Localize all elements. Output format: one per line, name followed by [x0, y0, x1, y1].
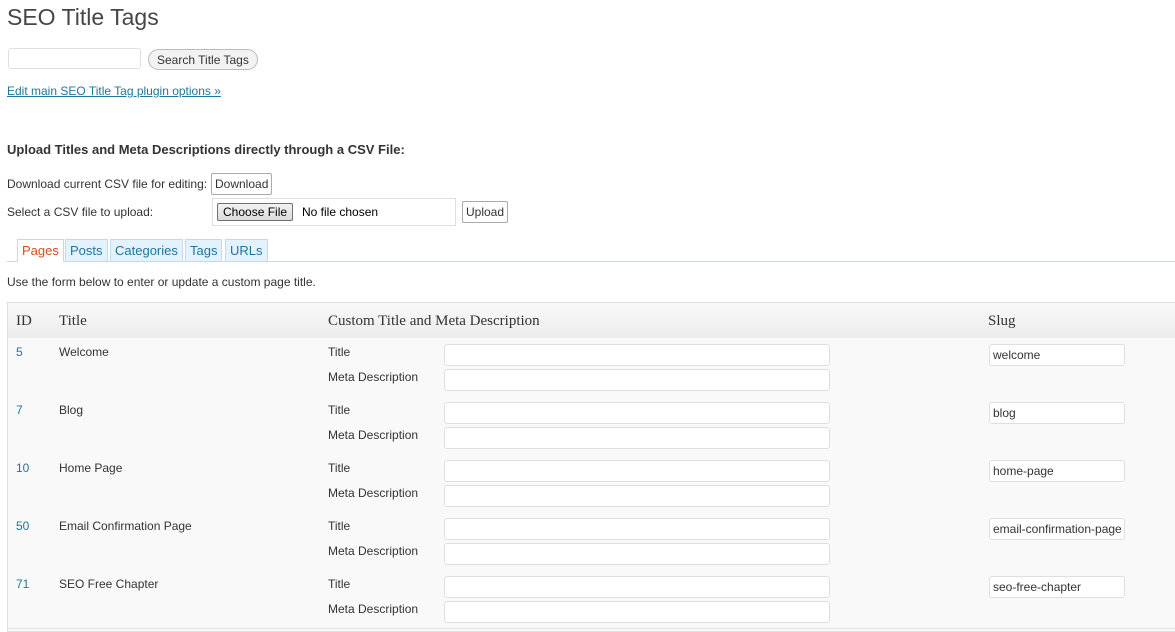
page-id-link[interactable]: 71: [16, 577, 29, 591]
table-row: 10 Home Page Title Meta Description: [8, 454, 1175, 513]
upload-csv-label: Select a CSV file to upload:: [7, 205, 154, 219]
custom-title-label: Title: [328, 519, 351, 533]
custom-title-label: Title: [328, 403, 351, 417]
tab-categories[interactable]: Categories: [110, 239, 183, 261]
meta-description-input[interactable]: [444, 369, 830, 391]
meta-description-label: Meta Description: [328, 486, 419, 500]
page-title-text: Email Confirmation Page: [59, 519, 192, 533]
custom-title-input[interactable]: [444, 576, 830, 598]
tab-urls[interactable]: URLs: [225, 239, 268, 261]
slug-input[interactable]: [989, 344, 1125, 366]
custom-title-input[interactable]: [444, 402, 830, 424]
slug-input[interactable]: [989, 402, 1125, 424]
table-row: 7 Blog Title Meta Description: [8, 396, 1175, 455]
tab-posts[interactable]: Posts: [65, 239, 108, 261]
custom-title-input[interactable]: [444, 518, 830, 540]
header-id: ID: [16, 313, 32, 329]
meta-description-input[interactable]: [444, 427, 830, 449]
page-title-text: Welcome: [59, 345, 109, 359]
plugin-options-link[interactable]: Edit main SEO Title Tag plugin options »: [7, 84, 221, 98]
meta-description-input[interactable]: [444, 601, 830, 623]
custom-title-input[interactable]: [444, 460, 830, 482]
meta-description-label: Meta Description: [328, 602, 419, 616]
tab-pages[interactable]: Pages: [17, 239, 64, 262]
search-title-tags-button[interactable]: Search Title Tags: [148, 49, 258, 70]
table-header: ID Title Custom Title and Meta Descripti…: [8, 303, 1175, 339]
header-custom-title: Custom Title and Meta Description: [328, 313, 540, 329]
upload-button[interactable]: Upload: [462, 201, 509, 223]
search-input[interactable]: [8, 48, 141, 69]
slug-input[interactable]: [989, 576, 1125, 598]
choose-file-button[interactable]: Choose File: [217, 203, 294, 221]
intro-text: Use the form below to enter or update a …: [7, 275, 316, 289]
title-tags-table: ID Title Custom Title and Meta Descripti…: [7, 302, 1175, 632]
meta-description-label: Meta Description: [328, 370, 419, 384]
page-id-link[interactable]: 5: [16, 345, 23, 359]
custom-title-label: Title: [328, 345, 351, 359]
page-id-link[interactable]: 7: [16, 403, 23, 417]
slug-input[interactable]: [989, 518, 1125, 540]
csv-upload-heading: Upload Titles and Meta Descriptions dire…: [7, 142, 405, 157]
page-title-text: Home Page: [59, 461, 123, 475]
csv-file-input[interactable]: Choose File No file chosen: [212, 198, 456, 226]
custom-title-label: Title: [328, 577, 351, 591]
custom-title-label: Title: [328, 461, 351, 475]
table-row: 71 SEO Free Chapter Title Meta Description: [8, 570, 1175, 629]
table-row: 50 Email Confirmation Page Title Meta Descr…: [8, 512, 1175, 571]
page-id-link[interactable]: 10: [16, 461, 29, 475]
slug-input[interactable]: [989, 460, 1125, 482]
page-title-text: SEO Free Chapter: [59, 577, 159, 591]
download-csv-label: Download current CSV file for editing:: [7, 177, 208, 191]
header-slug: Slug: [988, 313, 1016, 329]
page-title-text: Blog: [59, 403, 84, 417]
meta-description-input[interactable]: [444, 485, 830, 507]
header-title: Title: [59, 313, 87, 329]
page-id-link[interactable]: 50: [16, 519, 29, 533]
page-title: SEO Title Tags: [7, 4, 159, 30]
table-row: 5 Welcome Title Meta Description: [8, 338, 1175, 397]
tab-tags[interactable]: Tags: [185, 239, 223, 261]
no-file-chosen-text: No file chosen: [302, 205, 379, 219]
tabs-divider: [7, 261, 1175, 262]
meta-description-label: Meta Description: [328, 428, 419, 442]
custom-title-input[interactable]: [444, 344, 830, 366]
download-button[interactable]: Download: [211, 173, 273, 195]
meta-description-label: Meta Description: [328, 544, 419, 558]
meta-description-input[interactable]: [444, 543, 830, 565]
